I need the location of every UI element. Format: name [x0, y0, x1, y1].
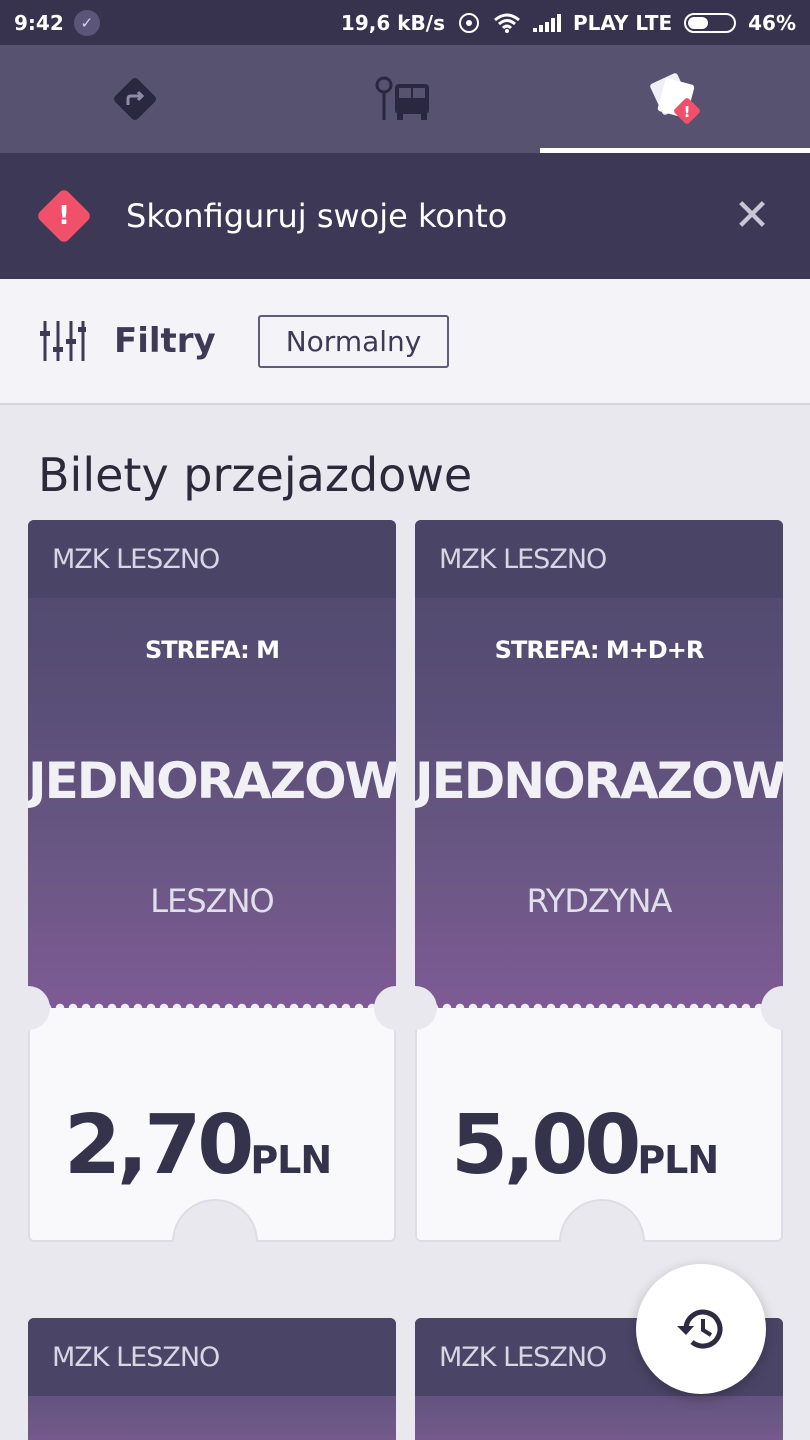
perforation — [28, 1000, 396, 1008]
price-currency: PLN — [250, 1138, 332, 1182]
svg-text:!: ! — [684, 103, 691, 121]
hotspot-icon — [458, 12, 479, 33]
ticket-notch — [6, 986, 50, 1030]
ticket-operator: MZK LESZNO — [415, 520, 783, 598]
carrier: PLAY LTE — [572, 10, 673, 35]
ticket-city: LESZNO — [150, 882, 274, 920]
account-setup-banner[interactable]: ! Skonfiguruj swoje konto ✕ — [0, 153, 810, 279]
tickets-alert-icon: ! — [650, 73, 700, 124]
ticket-price: 5,00 PLN — [451, 1098, 719, 1193]
clock: 9:42 — [14, 10, 64, 35]
directions-icon — [114, 78, 156, 120]
check-icon: ✓ — [73, 9, 100, 36]
history-button[interactable] — [636, 1264, 766, 1394]
tab-tickets[interactable]: ! — [540, 45, 810, 153]
tab-bar: ! — [0, 45, 810, 153]
battery-percent: 46% — [748, 10, 796, 35]
filter-row: Filtry Normalny — [0, 279, 810, 405]
filters-label[interactable]: Filtry — [114, 321, 216, 361]
ticket-notch — [172, 1199, 258, 1242]
bus-stop-icon — [375, 76, 429, 120]
ticket-zone: STREFA: M+D+R — [494, 636, 705, 664]
tab-bus-stops[interactable] — [270, 45, 540, 153]
filter-chip-normal[interactable]: Normalny — [257, 314, 450, 368]
banner-text: Skonfiguruj swoje konto — [126, 197, 508, 235]
price-amount: 2,70 — [64, 1098, 254, 1193]
close-icon[interactable]: ✕ — [730, 194, 774, 238]
ticket-price: 2,70 PLN — [64, 1098, 332, 1193]
ticket-type: JEDNORAZOWY — [28, 752, 396, 810]
perforation — [415, 1000, 783, 1008]
price-currency: PLN — [637, 1138, 719, 1182]
network-speed: 19,6 kB/s — [340, 10, 445, 35]
signal-icon — [532, 13, 561, 32]
ticket-notch — [559, 1199, 645, 1242]
ticket-city: RYDZYNA — [526, 882, 673, 920]
battery-icon — [684, 12, 737, 33]
ticket-type: JEDNORAZOWY — [415, 752, 783, 810]
section-title: Bilety przejazdowe — [38, 448, 473, 502]
price-amount: 5,00 — [451, 1098, 641, 1193]
ticket-card[interactable]: MZK LESZNO STREFA: M JEDNORAZOWY LESZNO … — [6, 520, 418, 1242]
status-bar: 9:42 ✓ 19,6 kB/s PLAY LTE 46% — [0, 0, 810, 45]
ticket-notch — [761, 986, 805, 1030]
ticket-zone: STREFA: M — [144, 636, 280, 664]
tab-directions[interactable] — [0, 45, 270, 153]
ticket-card[interactable]: MZK LESZNO STREFA: M+D+R JEDNORAZOWY RYD… — [393, 520, 805, 1242]
history-icon — [677, 1309, 723, 1349]
sliders-icon[interactable] — [40, 319, 86, 363]
wifi-icon — [494, 13, 520, 33]
ticket-notch — [393, 986, 437, 1030]
ticket-operator: MZK LESZNO — [28, 520, 396, 598]
ticket-operator: MZK LESZNO — [28, 1318, 396, 1396]
warning-icon: ! — [36, 188, 92, 244]
ticket-card[interactable]: MZK LESZNO — [28, 1318, 396, 1440]
